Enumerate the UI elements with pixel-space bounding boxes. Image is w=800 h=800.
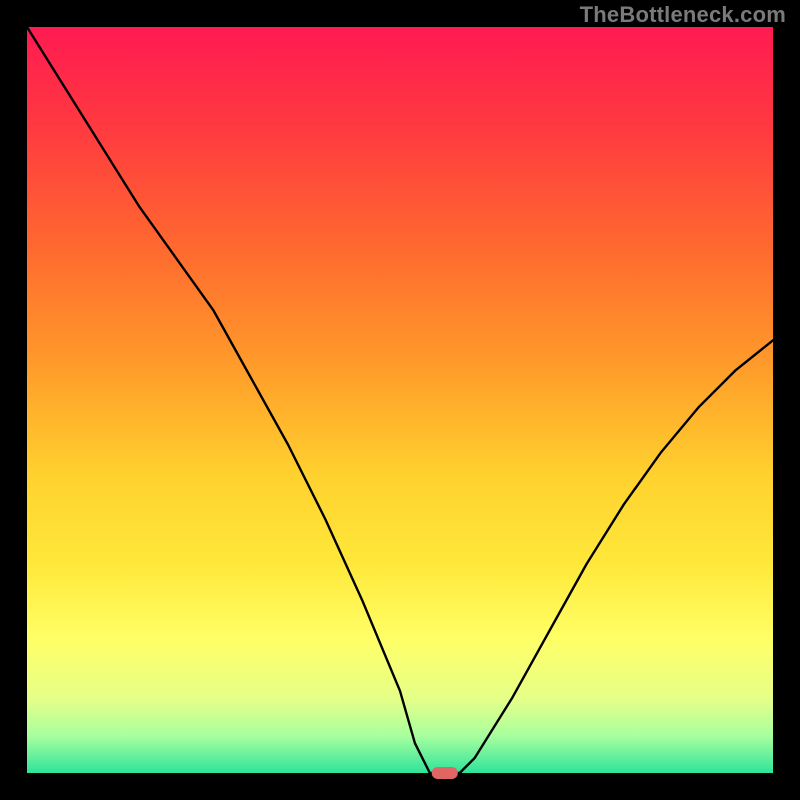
plot-background [27,27,773,773]
bottleneck-chart [0,0,800,800]
watermark-text: TheBottleneck.com [580,2,786,28]
chart-wrapper: TheBottleneck.com [0,0,800,800]
optimal-marker [432,767,458,779]
